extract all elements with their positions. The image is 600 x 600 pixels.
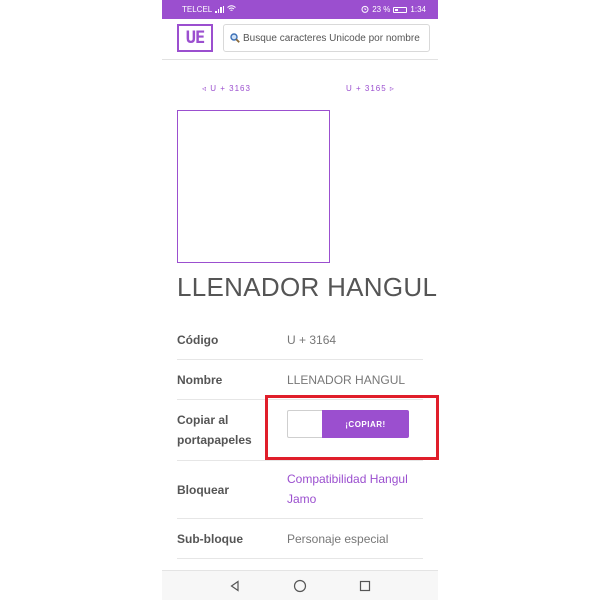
copy-label-line2: portapapeles — [177, 433, 252, 447]
copy-control: ¡COPIAR! — [287, 410, 409, 438]
name-label: Nombre — [177, 373, 223, 387]
character-preview — [177, 110, 330, 263]
code-label: Código — [177, 333, 219, 347]
copy-label-line1: Copiar al — [177, 413, 229, 427]
signal-icon — [215, 6, 225, 13]
battery-percent: 23 % — [372, 5, 391, 14]
search-input[interactable] — [243, 32, 428, 44]
detail-row-name: Nombre LLENADOR HANGUL — [177, 360, 423, 400]
carrier-name: TELCEL — [182, 5, 213, 14]
name-value: LLENADOR HANGUL — [287, 373, 406, 387]
block-label: Bloquear — [177, 483, 230, 497]
wifi-icon — [227, 5, 237, 14]
detail-row-copy: Copiar al portapapeles ¡COPIAR! — [177, 400, 423, 461]
battery-icon — [393, 6, 408, 13]
app-logo[interactable]: UE — [177, 24, 213, 52]
copy-character-field[interactable] — [287, 410, 322, 438]
phone-screen: TELCEL 23 % 1:34 UE ◃ U + 3163 U + 316 — [162, 0, 438, 600]
search-box[interactable] — [223, 24, 430, 52]
back-triangle-icon[interactable] — [225, 576, 245, 596]
alarm-icon — [361, 5, 369, 15]
previous-character-link[interactable]: ◃ U + 3163 — [202, 84, 251, 93]
character-title: LLENADOR HANGUL — [177, 272, 438, 302]
detail-row-code: Código U + 3164 — [177, 320, 423, 360]
detail-row-subblock: Sub-bloque Personaje especial — [177, 519, 423, 559]
next-character-link[interactable]: U + 3165 ▹ — [346, 84, 395, 93]
subblock-value: Personaje especial — [287, 532, 389, 546]
recents-square-icon[interactable] — [355, 576, 375, 596]
status-bar: TELCEL 23 % 1:34 — [162, 0, 438, 19]
block-link-line2[interactable]: Jamo — [287, 489, 316, 509]
app-bar: UE — [162, 19, 438, 60]
search-icon — [230, 33, 240, 43]
block-link-line1[interactable]: Compatibilidad Hangul — [287, 469, 408, 489]
code-value: U + 3164 — [287, 333, 337, 347]
home-circle-icon[interactable] — [290, 576, 310, 596]
character-detail: ◃ U + 3163 U + 3165 ▹ LLENADOR HANGUL Có… — [162, 60, 438, 570]
copy-button[interactable]: ¡COPIAR! — [322, 410, 409, 438]
detail-row-block: Bloquear Compatibilidad Hangul Jamo — [177, 461, 423, 519]
subblock-label: Sub-bloque — [177, 532, 243, 546]
clock-time: 1:34 — [410, 5, 426, 14]
android-nav-bar — [162, 570, 438, 600]
